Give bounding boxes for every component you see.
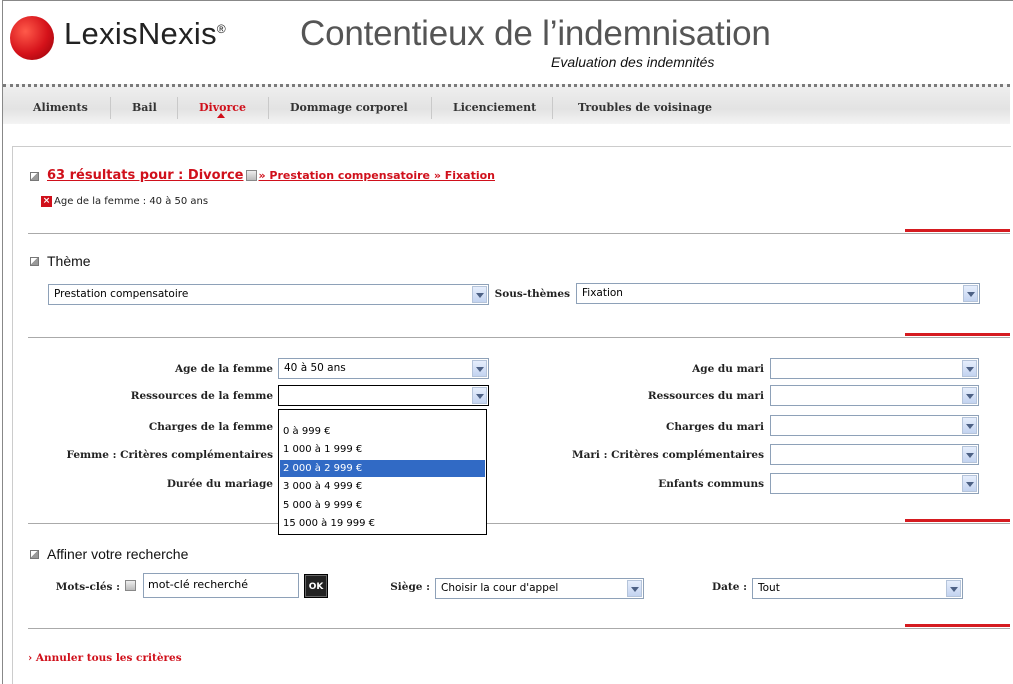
refine-section-title: Affiner votre recherche [47,546,189,562]
date-select[interactable]: Tout [752,578,963,599]
active-filter-label: Age de la femme : 40 à 50 ans [54,196,209,207]
husband-resources-select[interactable] [770,385,979,406]
help-icon[interactable] [125,580,136,591]
husband-extra-criteria-label: Mari : Critères complémentaires [571,449,764,461]
subtheme-label: Sous-thèmes [494,288,570,300]
dropdown-option[interactable]: 15 000 à 19 999 € [280,515,485,532]
wife-resources-select[interactable] [278,385,489,406]
results-count-link[interactable]: 63 résultats pour : Divorce [47,168,244,183]
husband-resources-label: Ressources du mari [647,390,764,402]
nav-separator [552,97,553,119]
keywords-label: Mots-clés : [55,581,120,593]
marriage-duration-label: Durée du mariage [166,478,273,490]
nav-separator [110,97,111,119]
lexisnexis-logo-icon[interactable] [10,16,54,60]
section-bullet-icon [30,172,39,181]
chevron-down-icon[interactable] [946,580,961,597]
common-children-select[interactable] [770,473,979,494]
section-bullet-icon [30,550,39,559]
subtheme-select[interactable]: Fixation [576,283,980,304]
court-select[interactable]: Choisir la cour d'appel [435,578,644,599]
dropdown-option[interactable]: 1 000 à 1 999 € [280,441,485,458]
results-path-link[interactable]: » Prestation compensatoire » Fixation [259,169,496,182]
husband-charges-label: Charges du mari [666,421,764,433]
chevron-down-icon[interactable] [627,580,642,597]
divider [28,523,278,524]
chevron-down-icon[interactable] [472,286,487,303]
tab-troubles-de-voisinage[interactable]: Troubles de voisinage [578,101,712,114]
court-label: Siège : [390,581,430,593]
section-accent-bar [905,519,1010,522]
chevron-down-icon[interactable] [962,475,977,492]
info-icon[interactable] [245,170,257,181]
husband-age-select[interactable] [770,358,979,379]
remove-filter-icon[interactable]: × [41,196,52,207]
chevron-down-icon[interactable] [962,417,977,434]
theme-section-title: Thème [47,253,91,269]
date-label: Date : [712,581,747,593]
brand-name[interactable]: LexisNexis® [64,16,226,52]
results-breadcrumb[interactable]: 63 résultats pour : Divorce » Prestation … [47,168,495,183]
husband-charges-select[interactable] [770,415,979,436]
chevron-down-icon[interactable] [472,360,487,377]
chevron-down-icon[interactable] [962,446,977,463]
wife-age-label: Age de la femme [174,363,273,375]
keywords-input[interactable]: mot-clé recherché [143,573,299,598]
chevron-down-icon[interactable] [962,387,977,404]
chevron-down-icon[interactable] [472,387,487,404]
divider [28,337,1010,338]
app-subtitle: Evaluation des indemnités [551,54,715,70]
divider [28,233,1010,234]
main-nav: Aliments Bail Divorce Dommage corporel L… [3,84,1010,124]
active-tab-caret-icon [217,113,225,118]
chevron-down-icon[interactable] [963,285,978,302]
dropdown-option[interactable]: 0 à 999 € [280,423,485,440]
divider [487,523,1010,524]
dropdown-option[interactable]: 5 000 à 9 999 € [280,497,485,514]
husband-extra-criteria-select[interactable] [770,444,979,465]
wife-age-select[interactable]: 40 à 50 ans [278,358,489,379]
tab-bail[interactable]: Bail [132,101,157,114]
dropdown-option-highlighted[interactable]: 2 000 à 2 999 € [280,460,485,477]
wife-extra-criteria-label: Femme : Critères complémentaires [66,449,273,461]
section-bullet-icon [30,257,39,266]
nav-separator [431,97,432,119]
section-accent-bar [905,624,1010,627]
tab-aliments[interactable]: Aliments [33,101,88,114]
theme-select[interactable]: Prestation compensatoire [48,284,489,305]
ok-button[interactable]: OK [304,574,328,598]
chevron-down-icon[interactable] [962,360,977,377]
common-children-label: Enfants communs [658,478,764,490]
tab-licenciement[interactable]: Licenciement [453,101,536,114]
tab-dommage-corporel[interactable]: Dommage corporel [290,101,408,114]
wife-resources-dropdown-list[interactable]: 0 à 999 € 1 000 à 1 999 € 2 000 à 2 999 … [278,409,487,535]
app-title: Contentieux de l’indemnisation [300,14,771,53]
section-accent-bar [905,229,1010,232]
dropdown-option[interactable]: 3 000 à 4 999 € [280,478,485,495]
nav-separator [268,97,269,119]
wife-charges-label: Charges de la femme [148,421,273,433]
divider [28,628,1010,629]
nav-separator [177,97,178,119]
wife-resources-label: Ressources de la femme [130,390,273,402]
cancel-all-criteria-link[interactable]: › Annuler tous les critères [28,652,182,664]
section-accent-bar [905,333,1010,336]
husband-age-label: Age du mari [692,363,764,375]
